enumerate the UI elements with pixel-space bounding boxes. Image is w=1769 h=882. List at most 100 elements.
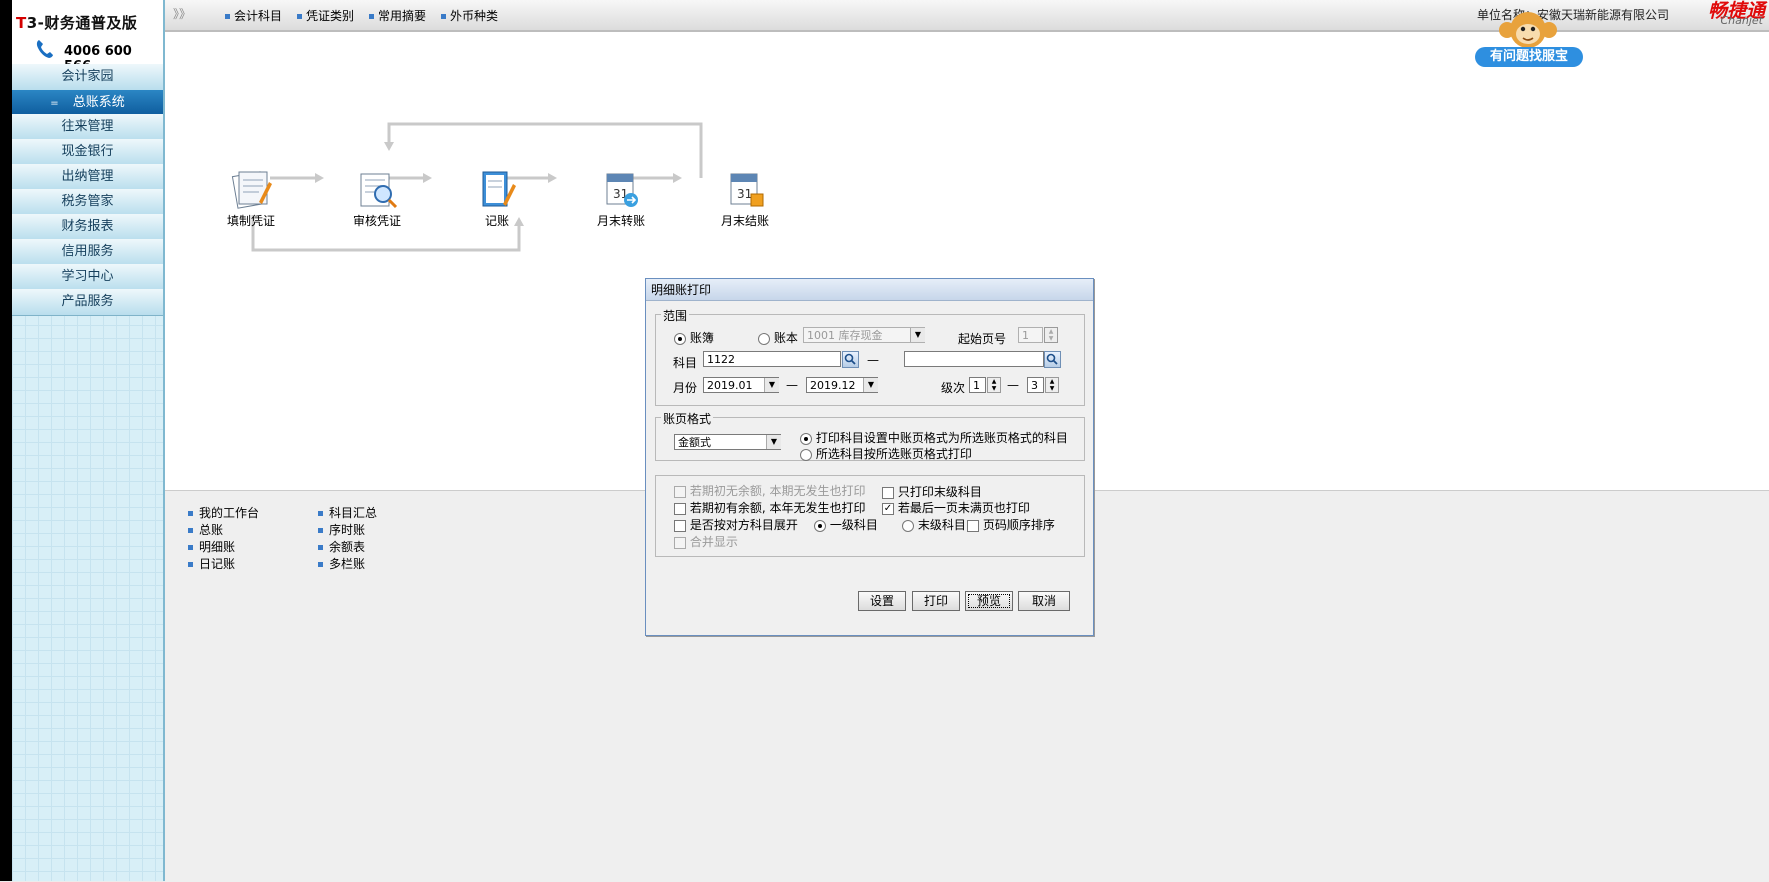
level-from-input[interactable]: 1 [969, 377, 986, 393]
book-select[interactable]: 1001 库存现金 [803, 327, 925, 343]
quick-link-multi-column[interactable]: 多栏账 [318, 555, 365, 572]
radio-label: 账本 [773, 331, 798, 345]
radio-label: 一级科目 [829, 518, 878, 532]
subject-from-input[interactable]: 1122 [703, 351, 841, 367]
toolbar-item-label: 常用摘要 [378, 9, 427, 23]
sidebar-item-general-ledger[interactable]: = 总账系统 [12, 90, 163, 117]
quick-link-workbench[interactable]: 我的工作台 [188, 504, 259, 521]
flow-label: 记账 [484, 214, 509, 228]
quick-link-chronological[interactable]: 序时账 [318, 521, 365, 538]
checkbox-empty-icon [882, 486, 894, 499]
flow-month-transfer[interactable]: 31 月末转账 [581, 168, 661, 229]
chevron-down-icon[interactable]: ▼ [910, 328, 925, 342]
toolbar-item-summaries[interactable]: 常用摘要 [369, 7, 426, 24]
toolbar-item-voucher-types[interactable]: 凭证类别 [297, 7, 354, 24]
checkbox-empty-icon [674, 502, 686, 515]
print-button[interactable]: 打印 [912, 591, 960, 611]
sidebar-item-tax[interactable]: 税务管家 [12, 189, 163, 216]
quick-link-label: 序时账 [329, 523, 366, 537]
range-group-title: 范围 [661, 307, 690, 324]
option-page-order-sort[interactable]: 页码顺序排序 [967, 516, 1055, 533]
chevron-down-icon[interactable]: ▼ [766, 435, 781, 449]
level-to-input[interactable]: 3 [1027, 377, 1044, 393]
flow-audit-voucher[interactable]: 审核凭证 [337, 168, 417, 229]
quick-link-label: 总账 [199, 523, 224, 537]
bullet-icon [318, 528, 323, 533]
flow-label: 月末转账 [596, 214, 645, 228]
bullet-icon [369, 14, 374, 19]
sidebar-item-label: 产品服务 [61, 294, 114, 309]
radio-format-by-selection[interactable]: 所选科目按所选账页格式打印 [800, 445, 972, 462]
checkbox-label: 若期初有余额, 本年无发生也打印 [689, 501, 866, 515]
sidebar-item-cashier[interactable]: 出纳管理 [12, 164, 163, 191]
search-icon [1046, 353, 1058, 365]
checkbox-empty-icon [674, 519, 686, 532]
checkbox-empty-icon [967, 519, 979, 532]
start-page-input[interactable]: 1 [1018, 327, 1043, 343]
subject-to-search-button[interactable] [1044, 351, 1061, 368]
subject-to-input[interactable] [904, 351, 1044, 367]
quick-link-balance-sheet[interactable]: 余额表 [318, 538, 365, 555]
voucher-edit-icon [231, 171, 272, 209]
sidebar-item-products[interactable]: 产品服务 [12, 289, 163, 316]
settings-button[interactable]: 设置 [858, 591, 906, 611]
subject-from-value: 1122 [707, 353, 735, 366]
sidebar-item-cash-bank[interactable]: 现金银行 [12, 139, 163, 166]
option-expand-counterpart[interactable]: 是否按对方科目展开 [674, 516, 798, 533]
sidebar-item-learning[interactable]: 学习中心 [12, 264, 163, 291]
sidebar-item-label: 税务管家 [61, 194, 114, 209]
level-range-dash: — [1007, 378, 1019, 392]
level-to-spinner[interactable]: ▲ ▼ [1045, 377, 1059, 393]
radio-ledger[interactable]: 账簿 [674, 329, 714, 346]
sidebar-item-receivables[interactable]: 往来管理 [12, 114, 163, 141]
expand-toolbar-icon[interactable]: 》》 [173, 5, 191, 22]
flow-fill-voucher[interactable]: 填制凭证 [211, 168, 291, 229]
bullet-icon [318, 511, 323, 516]
radio-empty-icon [758, 332, 770, 345]
page-format-select[interactable]: 金额式 [674, 434, 781, 450]
quick-link-subject-summary[interactable]: 科目汇总 [318, 504, 377, 521]
option-print-last-page[interactable]: ✓ 若最后一页未满页也打印 [882, 499, 1030, 516]
sidebar-item-reports[interactable]: 财务报表 [12, 214, 163, 241]
checkbox-label: 只打印末级科目 [897, 485, 982, 499]
preview-button[interactable]: 预览 [965, 591, 1013, 611]
option-print-last-level[interactable]: 只打印末级科目 [882, 483, 982, 500]
toolbar-item-accounts[interactable]: 会计科目 [225, 7, 282, 24]
quick-link-detail-ledger[interactable]: 明细账 [188, 538, 235, 555]
sidebar-item-credit[interactable]: 信用服务 [12, 239, 163, 266]
chevron-down-icon[interactable]: ▼ [764, 378, 779, 392]
flow-label: 月末结账 [720, 214, 769, 228]
toolbar-item-label: 凭证类别 [306, 9, 355, 23]
sidebar-item-accounting-home[interactable]: 会计家园 [12, 64, 163, 91]
sidebar-item-label: 信用服务 [61, 244, 114, 259]
flow-post[interactable]: 记账 [457, 168, 537, 229]
level-from-spinner[interactable]: ▲ ▼ [987, 377, 1001, 393]
subject-from-search-button[interactable] [842, 351, 859, 368]
sidebar-item-label: 往来管理 [61, 119, 114, 134]
brand-subtitle: Chanjet [1720, 14, 1763, 27]
svg-text:31: 31 [737, 187, 752, 201]
radio-level1-subject[interactable]: 一级科目 [814, 516, 878, 533]
radio-format-by-setting[interactable]: 打印科目设置中账页格式为所选账页格式的科目 [800, 429, 1068, 446]
option-merge-display[interactable]: 合并显示 [674, 533, 738, 550]
help-button[interactable]: 有问题找服宝 [1475, 47, 1583, 67]
toolbar-item-currencies[interactable]: 外币种类 [441, 7, 498, 24]
option-no-balance-print[interactable]: 若期初无余额, 本期无发生也打印 [674, 482, 865, 499]
detail-ledger-print-dialog: 明细账打印 范围 账簿 账本 1001 库存现金 ▼ 起始页号 1 ▲ ▼ 科目 … [645, 278, 1094, 636]
flow-label: 审核凭证 [352, 214, 401, 228]
radio-leaf-subject[interactable]: 末级科目 [902, 516, 966, 533]
quick-link-journal[interactable]: 日记账 [188, 555, 235, 572]
checkbox-label: 页码顺序排序 [982, 518, 1055, 532]
flow-month-close[interactable]: 31 月末结账 [705, 168, 785, 229]
start-page-spinner[interactable]: ▲ ▼ [1044, 327, 1058, 343]
chevron-down-icon[interactable]: ▼ [863, 378, 878, 392]
quick-link-general-ledger[interactable]: 总账 [188, 521, 223, 538]
bullet-icon [318, 562, 323, 567]
quick-link-label: 明细账 [199, 540, 236, 554]
cancel-button[interactable]: 取消 [1018, 591, 1070, 611]
window-left-edge [0, 0, 12, 881]
bullet-icon [188, 562, 193, 567]
toolbar-item-label: 外币种类 [450, 9, 499, 23]
radio-book[interactable]: 账本 [758, 329, 798, 346]
option-has-balance-print[interactable]: 若期初有余额, 本年无发生也打印 [674, 499, 865, 516]
